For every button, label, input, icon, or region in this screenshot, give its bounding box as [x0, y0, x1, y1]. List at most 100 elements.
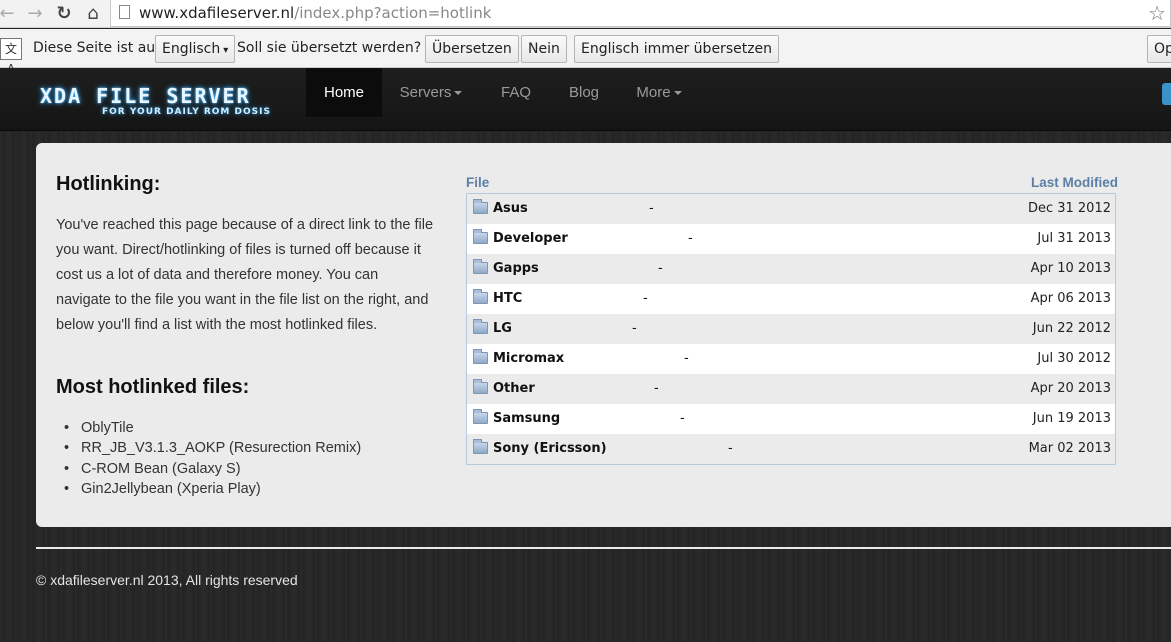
- folder-icon: [473, 379, 488, 394]
- caret-down-icon: [454, 91, 463, 95]
- footer-divider: [36, 547, 1171, 549]
- table-row[interactable]: Gapps - Apr 10 2013: [467, 254, 1115, 284]
- translate-question: Soll sie übersetzt werden?: [237, 40, 422, 56]
- url-path: /index.php?action=hotlink: [294, 4, 492, 22]
- folder-size: -: [643, 291, 648, 306]
- folder-size: -: [654, 381, 659, 396]
- folder-icon: [473, 229, 488, 244]
- folder-modified: Mar 02 2013: [1028, 441, 1111, 456]
- nav-faq[interactable]: FAQ: [486, 68, 546, 117]
- reload-icon[interactable]: ↻: [53, 3, 75, 25]
- hotlink-label: C-ROM Bean (Galaxy S): [81, 460, 241, 477]
- folder-name[interactable]: HTC: [493, 291, 522, 306]
- folder-size: -: [684, 351, 689, 366]
- list-item[interactable]: • RR_JB_V3.1.3_AOKP (Resurection Remix): [64, 438, 361, 458]
- table-row[interactable]: Sony (Ericsson) - Mar 02 2013: [467, 434, 1115, 464]
- folder-icon: [473, 409, 488, 424]
- folder-size: -: [649, 201, 654, 216]
- folder-name[interactable]: Micromax: [493, 351, 564, 366]
- options-button[interactable]: Op: [1147, 35, 1171, 63]
- list-item[interactable]: • C-ROM Bean (Galaxy S): [64, 459, 361, 479]
- nav-blog[interactable]: Blog: [556, 68, 612, 117]
- page-icon: [119, 5, 130, 19]
- url-domain: www.xdafileserver.nl: [139, 4, 295, 22]
- no-button[interactable]: Nein: [521, 35, 567, 63]
- folder-size: -: [658, 261, 663, 276]
- folder-size: -: [688, 231, 693, 246]
- folder-modified: Apr 06 2013: [1030, 291, 1111, 306]
- table-row[interactable]: Developer - Jul 31 2013: [467, 224, 1115, 254]
- folder-name[interactable]: Developer: [493, 231, 568, 246]
- most-hotlinked-heading: Most hotlinked files:: [56, 376, 250, 398]
- file-table: Asus - Dec 31 2012 Developer - Jul 31 20…: [466, 193, 1116, 465]
- folder-modified: Jul 31 2013: [1037, 231, 1111, 246]
- folder-modified: Jun 22 2012: [1032, 321, 1111, 336]
- always-translate-button[interactable]: Englisch immer übersetzen: [574, 35, 780, 63]
- language-select-value: Englisch: [162, 41, 221, 57]
- table-row[interactable]: LG - Jun 22 2012: [467, 314, 1115, 344]
- language-select[interactable]: Englisch ▾: [155, 35, 236, 63]
- bullet-icon: •: [64, 440, 70, 457]
- nav-more[interactable]: More: [624, 68, 694, 117]
- folder-icon: [473, 349, 488, 364]
- caret-down-icon: [673, 91, 682, 95]
- folder-name[interactable]: Gapps: [493, 261, 539, 276]
- translate-bar: 文A Diese Seite ist auf Englisch▾ Soll si…: [0, 29, 1171, 76]
- folder-name[interactable]: Sony (Ericsson): [493, 441, 607, 456]
- folder-name[interactable]: LG: [493, 321, 512, 336]
- folder-size: -: [680, 411, 685, 426]
- hotlinking-heading: Hotlinking:: [56, 173, 161, 195]
- social-icon[interactable]: [1162, 83, 1171, 105]
- folder-modified: Jun 19 2013: [1032, 411, 1111, 426]
- url-text[interactable]: www.xdafileserver.nl/index.php?action=ho…: [139, 4, 491, 22]
- hotlink-label: OblyTile: [81, 420, 134, 436]
- star-icon[interactable]: ☆: [1148, 1, 1166, 25]
- nav-home[interactable]: Home: [306, 68, 382, 117]
- site-logo[interactable]: XDA FILE SERVER: [40, 84, 251, 108]
- folder-size: -: [728, 441, 733, 456]
- folder-name[interactable]: Other: [493, 381, 535, 396]
- browser-toolbar: ← → ↻ ⌂ www.xdafileserver.nl/index.php?a…: [0, 0, 1171, 28]
- folder-size: -: [632, 321, 637, 336]
- footer-copyright: © xdafileserver.nl 2013, All rights rese…: [36, 572, 298, 588]
- table-row[interactable]: Samsung - Jun 19 2013: [467, 404, 1115, 434]
- nav-more-label: More: [636, 84, 671, 101]
- table-row[interactable]: Other - Apr 20 2013: [467, 374, 1115, 404]
- list-item[interactable]: • Gin2Jellybean (Xperia Play): [64, 479, 361, 499]
- folder-modified: Dec 31 2012: [1027, 201, 1111, 216]
- column-header-file[interactable]: File: [466, 175, 489, 190]
- nav-servers-label: Servers: [399, 84, 452, 101]
- site-navbar: XDA FILE SERVER FOR YOUR DAILY ROM DOSIS…: [0, 68, 1171, 131]
- folder-modified: Apr 20 2013: [1030, 381, 1111, 396]
- folder-icon: [473, 259, 488, 274]
- translate-icon: 文A: [0, 38, 22, 76]
- hotlink-label: RR_JB_V3.1.3_AOKP (Resurection Remix): [81, 440, 362, 457]
- folder-icon: [473, 319, 488, 334]
- bullet-icon: •: [64, 420, 70, 436]
- intro-text: You've reached this page because of a di…: [56, 217, 434, 333]
- table-row[interactable]: Micromax - Jul 30 2012: [467, 344, 1115, 374]
- address-bar[interactable]: www.xdafileserver.nl/index.php?action=ho…: [110, 0, 1171, 27]
- table-row[interactable]: HTC - Apr 06 2013: [467, 284, 1115, 314]
- most-hotlinked-list: • OblyTile • RR_JB_V3.1.3_AOKP (Resurectio…: [64, 418, 361, 499]
- bullet-icon: •: [64, 460, 70, 477]
- folder-icon: [473, 289, 488, 304]
- folder-icon: [473, 439, 488, 454]
- translate-button[interactable]: Übersetzen: [425, 35, 519, 63]
- chevron-down-icon: ▾: [223, 45, 229, 56]
- forward-arrow-icon[interactable]: →: [24, 3, 46, 25]
- list-item[interactable]: • OblyTile: [64, 418, 361, 438]
- bullet-icon: •: [64, 480, 70, 497]
- folder-name[interactable]: Asus: [493, 201, 528, 216]
- site-tagline: FOR YOUR DAILY ROM DOSIS: [102, 107, 271, 117]
- column-header-modified[interactable]: Last Modified: [1031, 175, 1118, 190]
- translate-prefix: Diese Seite ist auf: [33, 40, 161, 56]
- folder-modified: Apr 10 2013: [1030, 261, 1111, 276]
- nav-servers[interactable]: Servers: [388, 68, 474, 117]
- home-icon[interactable]: ⌂: [82, 3, 104, 25]
- hotlink-label: Gin2Jellybean (Xperia Play): [81, 480, 261, 497]
- back-arrow-icon[interactable]: ←: [0, 3, 18, 25]
- folder-name[interactable]: Samsung: [493, 411, 560, 426]
- table-row[interactable]: Asus - Dec 31 2012: [467, 194, 1115, 224]
- folder-icon: [473, 199, 488, 214]
